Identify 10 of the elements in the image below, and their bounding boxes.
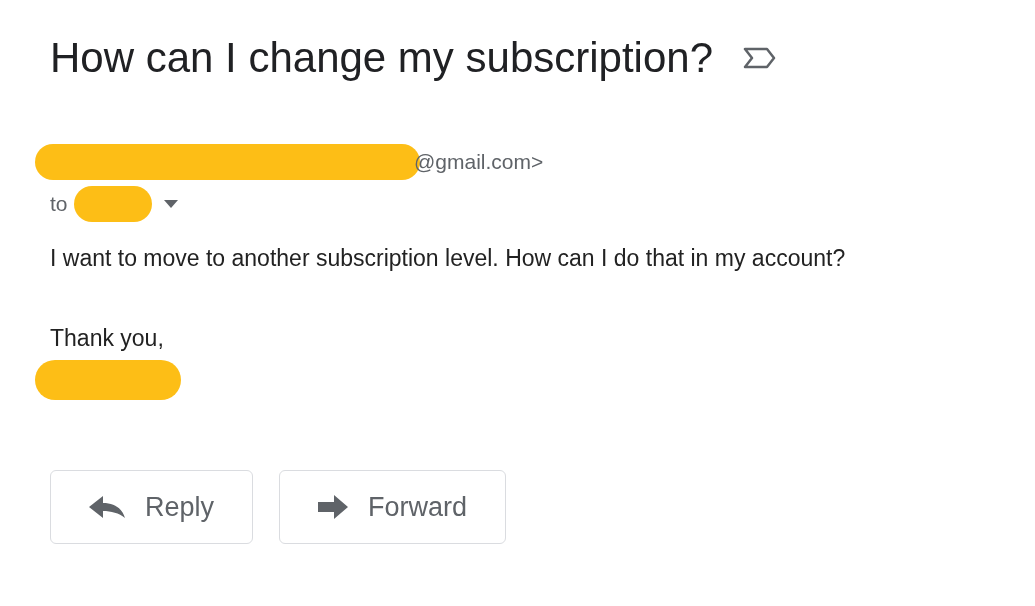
- importance-marker-icon[interactable]: [743, 47, 777, 69]
- forward-arrow-icon: [318, 495, 349, 519]
- message-text: Thank you,: [50, 324, 165, 352]
- message-text: I want to move to another subscription level. How can I do that in my account?: [50, 244, 847, 272]
- recipient-label: to: [50, 191, 68, 218]
- dropdown-caret-icon[interactable]: [163, 200, 178, 208]
- email-subject: How can I change my subscription?: [50, 33, 713, 83]
- reply-button[interactable]: Reply: [50, 470, 254, 544]
- forward-button[interactable]: Forward: [279, 470, 507, 544]
- reply-arrow-icon: [89, 496, 125, 518]
